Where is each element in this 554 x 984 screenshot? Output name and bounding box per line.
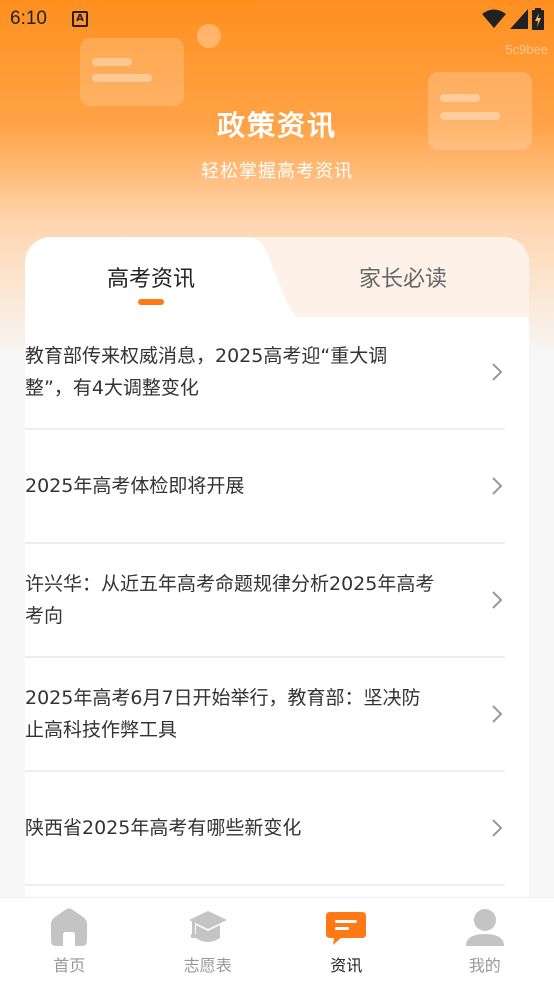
active-tab-indicator: [138, 299, 164, 305]
nav-item-home[interactable]: 首页: [0, 898, 139, 984]
article-title: 教育部传来权威消息，2025高考迎“重大调整”，有4大调整变化: [25, 345, 388, 399]
nav-label: 资讯: [330, 956, 363, 975]
home-icon: [51, 908, 88, 946]
tab-label: 高考资讯: [106, 267, 195, 292]
nav-label: 我的: [468, 956, 501, 975]
tab-label: 家长必读: [358, 267, 447, 292]
graduation-cap-icon: [188, 911, 227, 942]
page-title: 政策资讯: [216, 109, 337, 142]
message-icon: [326, 912, 367, 945]
article-list: 教育部传来权威消息，2025高考迎“重大调整”，有4大调整变化 2025年高考体…: [25, 316, 505, 886]
user-icon: [465, 909, 504, 946]
status-icons: [482, 8, 544, 30]
tab-gaokao-news[interactable]: 高考资讯: [25, 237, 277, 317]
battery-icon: [532, 8, 544, 30]
list-item[interactable]: 2025年高考体检即将开展: [25, 430, 505, 544]
article-title: 陕西省2025年高考有哪些新变化: [25, 817, 302, 839]
decoration-card: [80, 38, 184, 106]
status-time: 6:10: [10, 8, 47, 29]
page-subtitle: 轻松掌握高考资讯: [201, 161, 353, 182]
article-title: 许兴华：从近五年高考命题规律分析2025年高考考向: [25, 573, 435, 627]
article-title: 2025年高考6月7日开始举行，教育部：坚决防止高科技作弊工具: [25, 687, 421, 741]
chevron-right-icon: [492, 363, 503, 381]
nav-item-application-form[interactable]: 志愿表: [139, 898, 278, 984]
nav-item-news[interactable]: 资讯: [277, 898, 416, 984]
bottom-nav: 首页 志愿表 资讯 我的: [0, 897, 554, 984]
list-item[interactable]: 教育部传来权威消息，2025高考迎“重大调整”，有4大调整变化: [25, 316, 505, 430]
chevron-right-icon: [492, 477, 503, 495]
watermark-text: 5c9bee: [505, 42, 548, 57]
nav-item-profile[interactable]: 我的: [416, 898, 554, 984]
wifi-icon: [482, 9, 506, 28]
list-item[interactable]: 2025年高考6月7日开始举行，教育部：坚决防止高科技作弊工具: [25, 658, 505, 772]
chevron-right-icon: [492, 591, 503, 609]
tab-parents-must-read[interactable]: 家长必读: [277, 237, 529, 317]
signal-icon: [510, 9, 528, 29]
chevron-right-icon: [492, 705, 503, 723]
list-item[interactable]: 许兴华：从近五年高考命题规律分析2025年高考考向: [25, 544, 505, 658]
status-bar: 6:10 A: [0, 0, 554, 38]
nav-label: 志愿表: [183, 956, 232, 975]
nav-label: 首页: [53, 956, 86, 975]
list-item[interactable]: 陕西省2025年高考有哪些新变化: [25, 772, 505, 886]
article-title: 2025年高考体检即将开展: [25, 475, 245, 497]
chevron-right-icon: [492, 819, 503, 837]
app-notification-icon: A: [72, 11, 88, 27]
